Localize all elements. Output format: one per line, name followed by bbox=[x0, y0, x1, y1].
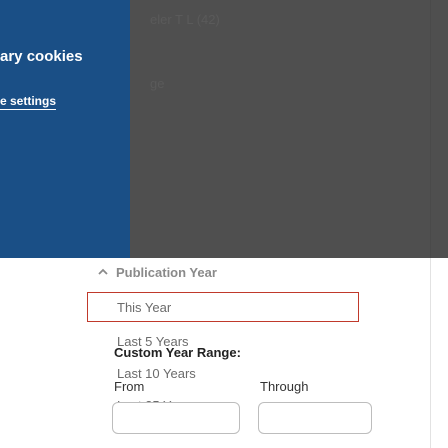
cookie-banner-title: ary cookies bbox=[0, 48, 83, 65]
from-year-input[interactable] bbox=[112, 402, 240, 434]
through-label: Through bbox=[260, 379, 309, 394]
author-filter-fragment: eler T L (42) bbox=[150, 12, 220, 27]
cookie-settings-button[interactable]: e settings bbox=[0, 92, 56, 110]
publication-year-header[interactable]: Publication Year bbox=[96, 264, 217, 280]
chevron-up-icon bbox=[98, 268, 108, 275]
from-label: From bbox=[114, 379, 145, 394]
cookie-banner: ary cookies e settings bbox=[0, 0, 130, 258]
publication-year-title: Publication Year bbox=[116, 264, 217, 280]
custom-range-title: Custom Year Range: bbox=[114, 345, 241, 360]
background-text-fragment: ge bbox=[150, 76, 165, 91]
through-year-input[interactable] bbox=[258, 402, 372, 434]
highlight-box bbox=[87, 292, 359, 322]
